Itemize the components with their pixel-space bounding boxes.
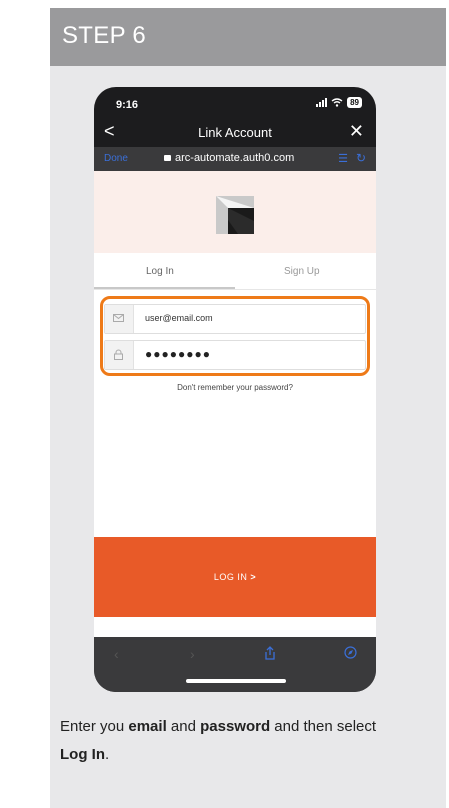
password-icon-box bbox=[105, 341, 134, 369]
instruction-part: . bbox=[105, 746, 110, 763]
battery-icon: 89 bbox=[347, 97, 362, 108]
web-content: Log In Sign Up user@email.com ●●●●●●●● D… bbox=[94, 171, 376, 637]
tab-sign-up[interactable]: Sign Up bbox=[284, 266, 320, 277]
share-icon[interactable] bbox=[264, 646, 276, 663]
email-value: user@email.com bbox=[145, 313, 213, 323]
active-tab-indicator bbox=[94, 287, 235, 289]
log-in-label: LOG IN > bbox=[94, 572, 376, 582]
reader-icon[interactable]: ☰ bbox=[338, 152, 348, 165]
compass-icon[interactable] bbox=[344, 646, 357, 662]
auth-tabs: Log In Sign Up bbox=[94, 253, 376, 290]
email-field[interactable]: user@email.com bbox=[104, 304, 366, 334]
instruction-part: Enter you bbox=[60, 718, 129, 735]
lock-icon bbox=[114, 349, 123, 360]
close-icon[interactable]: ✕ bbox=[349, 121, 364, 141]
reload-icon[interactable]: ↻ bbox=[356, 151, 366, 165]
browser-toolbar: ‹ › bbox=[94, 637, 376, 692]
compass-glyph bbox=[344, 646, 357, 659]
email-icon-box bbox=[105, 305, 134, 333]
browser-forward-icon[interactable]: › bbox=[190, 646, 195, 662]
nav-bar: < Link Account ✕ bbox=[94, 119, 376, 145]
instruction-email: email bbox=[128, 718, 167, 735]
password-field[interactable]: ●●●●●●●● bbox=[104, 340, 366, 370]
instruction-login: Log In bbox=[60, 746, 105, 763]
wifi-icon bbox=[331, 98, 343, 107]
signal-icon bbox=[316, 98, 328, 107]
instruction-part: and then select bbox=[270, 718, 377, 735]
url-bar: Done arc-automate.auth0.com ☰ ↻ bbox=[94, 147, 376, 171]
nav-title: Link Account bbox=[198, 125, 272, 140]
tab-log-in[interactable]: Log In bbox=[146, 266, 174, 277]
chevron-right-icon: > bbox=[250, 572, 257, 582]
envelope-icon bbox=[113, 314, 124, 322]
phone-screenshot: 9:16 89 < Link Account ✕ Done arc-automa… bbox=[94, 87, 376, 692]
log-in-text: LOG IN bbox=[213, 572, 248, 582]
status-icons: 89 bbox=[316, 97, 362, 108]
step-header: STEP 6 bbox=[50, 8, 446, 66]
instruction-text: Enter you email and password and then se… bbox=[60, 713, 390, 769]
browser-back-icon[interactable]: ‹ bbox=[114, 646, 119, 662]
step-title: STEP 6 bbox=[62, 22, 147, 49]
share-glyph bbox=[265, 646, 275, 660]
url-address[interactable]: arc-automate.auth0.com bbox=[164, 152, 294, 164]
brand-logo bbox=[216, 196, 254, 234]
lock-icon bbox=[164, 155, 171, 161]
instruction-password: password bbox=[200, 718, 271, 735]
instruction-part: and bbox=[166, 718, 201, 735]
done-button[interactable]: Done bbox=[104, 153, 128, 164]
log-in-button[interactable]: LOG IN > bbox=[94, 537, 376, 617]
status-time: 9:16 bbox=[116, 99, 139, 111]
url-text: arc-automate.auth0.com bbox=[175, 152, 295, 164]
password-value: ●●●●●●●● bbox=[145, 347, 211, 361]
status-bar: 9:16 89 bbox=[94, 87, 376, 117]
forgot-password-link[interactable]: Don't remember your password? bbox=[94, 383, 376, 392]
home-indicator bbox=[186, 679, 286, 683]
brand-hero bbox=[94, 171, 376, 253]
